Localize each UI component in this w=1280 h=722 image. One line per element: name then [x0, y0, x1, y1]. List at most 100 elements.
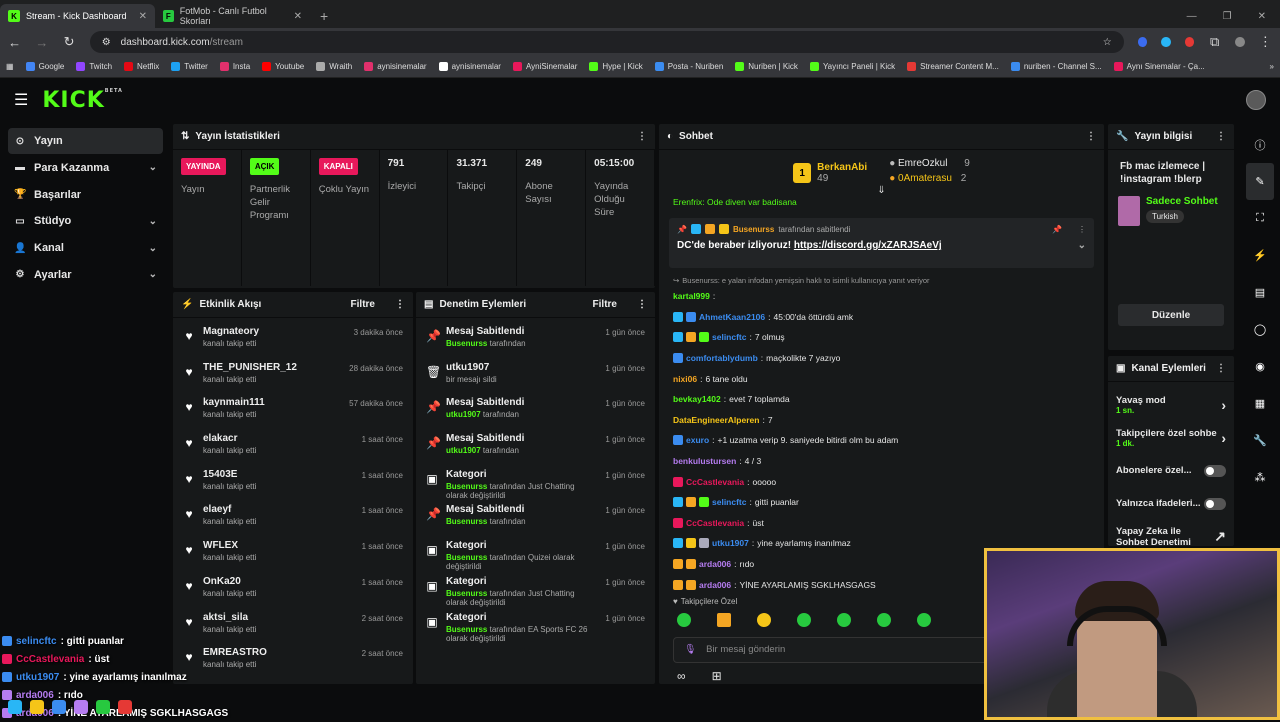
chat-username[interactable]: selincftc — [712, 332, 747, 342]
bookmark-item[interactable]: Netflix — [124, 62, 159, 71]
browser-menu-icon[interactable]: ⋮ — [1259, 34, 1272, 50]
filter-button[interactable]: Filtre — [351, 299, 375, 310]
chevron-right-icon[interactable]: › — [1221, 397, 1226, 413]
chat-username[interactable]: CcCastlevania — [686, 518, 744, 528]
chat-username[interactable]: comfortablydumb — [686, 353, 758, 363]
hamburger-menu-icon[interactable]: ☰ — [14, 90, 28, 110]
sidebar-item-3[interactable]: ▭ Stüdyo ⌄ — [8, 208, 163, 234]
fullscreen-icon[interactable]: ⛶ — [1246, 200, 1274, 237]
bookmark-item[interactable]: Insta — [219, 62, 250, 71]
pinned-more-icon[interactable]: ⋮ — [1078, 225, 1086, 234]
channel-action-item[interactable]: Takipçilere özel sohbe 1 dk. › — [1108, 421, 1234, 454]
extensions-puzzle-icon[interactable]: ⧉ — [1208, 34, 1221, 50]
extension-shield-icon[interactable] — [1137, 37, 1148, 47]
close-tab-icon[interactable]: ✕ — [294, 11, 302, 22]
more-options-icon[interactable]: ⋮ — [1216, 363, 1226, 374]
maximize-icon[interactable]: ❐ — [1223, 11, 1232, 22]
info-icon[interactable]: ⓘ — [1246, 126, 1274, 163]
bookmark-item[interactable]: Posta - Nuriben — [654, 62, 723, 71]
more-options-icon[interactable]: ⋮ — [1086, 131, 1096, 142]
activity-row[interactable]: ♥ THE_PUNISHER_12 kanalı takip etti 28 daki… — [173, 362, 413, 398]
chevron-down-icon[interactable]: ⌄ — [149, 269, 157, 280]
chat-message[interactable]: DataEngineerAlperen:7 — [659, 410, 1104, 431]
emote-icon[interactable] — [797, 612, 811, 627]
bookmark-item[interactable]: Wraith — [316, 62, 352, 71]
chevron-down-icon[interactable]: ⌄ — [149, 162, 157, 173]
chat-username[interactable]: bevkay1402 — [673, 394, 721, 404]
bookmark-item[interactable]: Nuriben | Kick — [735, 62, 798, 71]
channel-action-item[interactable]: Yavaş mod 1 sn. › — [1108, 388, 1234, 421]
tab-fotmob[interactable]: F FotMob - Canlı Futbol Skorları ✕ — [155, 4, 310, 28]
more-options-icon[interactable]: ⋮ — [395, 299, 405, 310]
chat-message[interactable]: exuro: +1 uzatma verip 9. saniyede bitird… — [659, 430, 1104, 451]
activity-row[interactable]: ♥ kaynmain111 kanalı takip etti 57 dakika ö… — [173, 397, 413, 433]
chat-username[interactable]: benkulustursen — [673, 456, 736, 466]
windows-start-icon[interactable] — [8, 700, 22, 714]
sidebar-item-4[interactable]: 👤 Kanal ⌄ — [8, 235, 163, 261]
moderation-row[interactable]: 📌 Mesaj Sabitlendi Busenurss tarafından 1 g… — [416, 504, 655, 540]
bookmark-item[interactable]: Google — [25, 62, 64, 71]
chat-message[interactable]: nixi06:6 tane oldu — [659, 368, 1104, 389]
forward-icon[interactable]: → — [35, 35, 48, 50]
leaderboard-second[interactable]: ● EmreOzkul 9 — [889, 158, 970, 169]
chat-username[interactable]: exuro — [686, 435, 709, 445]
extension-cloud-icon[interactable] — [1161, 37, 1171, 47]
moderation-row[interactable]: ▣ Kategori Busenurss tarafından EA Sports … — [416, 612, 655, 648]
external-link-icon[interactable]: ↗ — [1214, 528, 1226, 545]
more-options-icon[interactable]: ⋮ — [637, 299, 647, 310]
discord-icon[interactable] — [74, 700, 88, 714]
chat-message[interactable]: kartal999: — [659, 286, 1104, 307]
toggle-switch[interactable] — [1204, 497, 1226, 510]
moderation-row[interactable]: 🗑 utku1907 bir mesajı sildi 1 gün önce — [416, 362, 655, 398]
emote-icon[interactable] — [757, 612, 771, 627]
spotify-icon[interactable] — [96, 700, 110, 714]
chrome-icon[interactable] — [52, 700, 66, 714]
user-avatar[interactable] — [1246, 90, 1266, 110]
chat-message[interactable]: CcCastlevania: üst — [659, 513, 1104, 534]
sidebar-item-5[interactable]: ⚙ Ayarlar ⌄ — [8, 262, 163, 288]
profile-avatar-icon[interactable] — [1235, 37, 1245, 47]
sidebar-item-1[interactable]: ▬ Para Kazanma ⌄ — [8, 155, 163, 181]
more-options-icon[interactable]: ⋮ — [1216, 131, 1226, 142]
emote-icon[interactable] — [677, 612, 691, 627]
emote-icon[interactable] — [717, 612, 731, 627]
pencil-icon[interactable]: ✎ — [1246, 163, 1274, 200]
chevron-down-icon[interactable]: ⌄ — [1078, 240, 1086, 251]
url-input[interactable]: ⚙ dashboard.kick.com/stream ☆ — [89, 31, 1124, 53]
new-tab-button[interactable]: + — [310, 4, 338, 28]
obs-icon[interactable] — [118, 700, 132, 714]
bookmark-item[interactable]: aynisinemalar — [364, 62, 427, 71]
filter-button[interactable]: Filtre — [593, 299, 617, 310]
unpin-icon[interactable]: 📌 — [1052, 225, 1062, 234]
channel-action-item[interactable]: Yapay Zeka ile Sohbet Denetimi ↗ — [1108, 520, 1234, 547]
chat-username[interactable]: utku1907 — [712, 538, 749, 548]
more-options-icon[interactable]: ⋮ — [637, 131, 647, 142]
bookmark-item[interactable]: Aynı Sinemalar - Ça... — [1113, 62, 1205, 71]
activity-row[interactable]: ♥ WFLEX kanalı takip etti 1 saat önce — [173, 540, 413, 576]
toggle-switch[interactable] — [1204, 464, 1226, 477]
chat-message[interactable]: benkulustursen:4 / 3 — [659, 451, 1104, 472]
minimize-icon[interactable]: — — [1187, 11, 1197, 22]
chat-message[interactable]: selincftc: gitti puanlar — [659, 492, 1104, 513]
close-window-icon[interactable]: ✕ — [1258, 11, 1266, 22]
chat-username[interactable]: kartal999 — [673, 291, 710, 301]
extension-record-icon[interactable] — [1184, 37, 1195, 47]
chat-username[interactable]: selincftc — [712, 497, 747, 507]
activity-row[interactable]: ♥ 15403E kanalı takip etti 1 saat önce — [173, 469, 413, 505]
site-info-icon[interactable]: ⚙ — [102, 37, 111, 48]
link-icon[interactable]: ∞ — [677, 669, 686, 683]
leaderboard-third[interactable]: ● 0Amaterasu 2 — [889, 173, 970, 184]
bookmark-item[interactable]: Yayıncı Paneli | Kick — [809, 62, 895, 71]
chat-username[interactable]: CcCastlevania — [686, 477, 744, 487]
layout-icon[interactable]: ▦ — [1246, 385, 1274, 422]
moderation-row[interactable]: 📌 Mesaj Sabitlendi utku1907 tarafından 1 gü… — [416, 433, 655, 469]
close-tab-icon[interactable]: ✕ — [139, 11, 147, 22]
chat-message[interactable]: CcCastlevania: ooooo — [659, 471, 1104, 492]
edit-button[interactable]: Düzenle — [1118, 304, 1224, 326]
emote-icon[interactable] — [877, 612, 891, 627]
chevron-down-icon[interactable]: ⌄ — [149, 243, 157, 254]
moderation-row[interactable]: 📌 Mesaj Sabitlendi Busenurss tarafından 1 g… — [416, 326, 655, 362]
file-explorer-icon[interactable] — [30, 700, 44, 714]
bookmark-item[interactable]: Youtube — [262, 62, 304, 71]
chat-username[interactable]: arda006 — [699, 559, 731, 569]
